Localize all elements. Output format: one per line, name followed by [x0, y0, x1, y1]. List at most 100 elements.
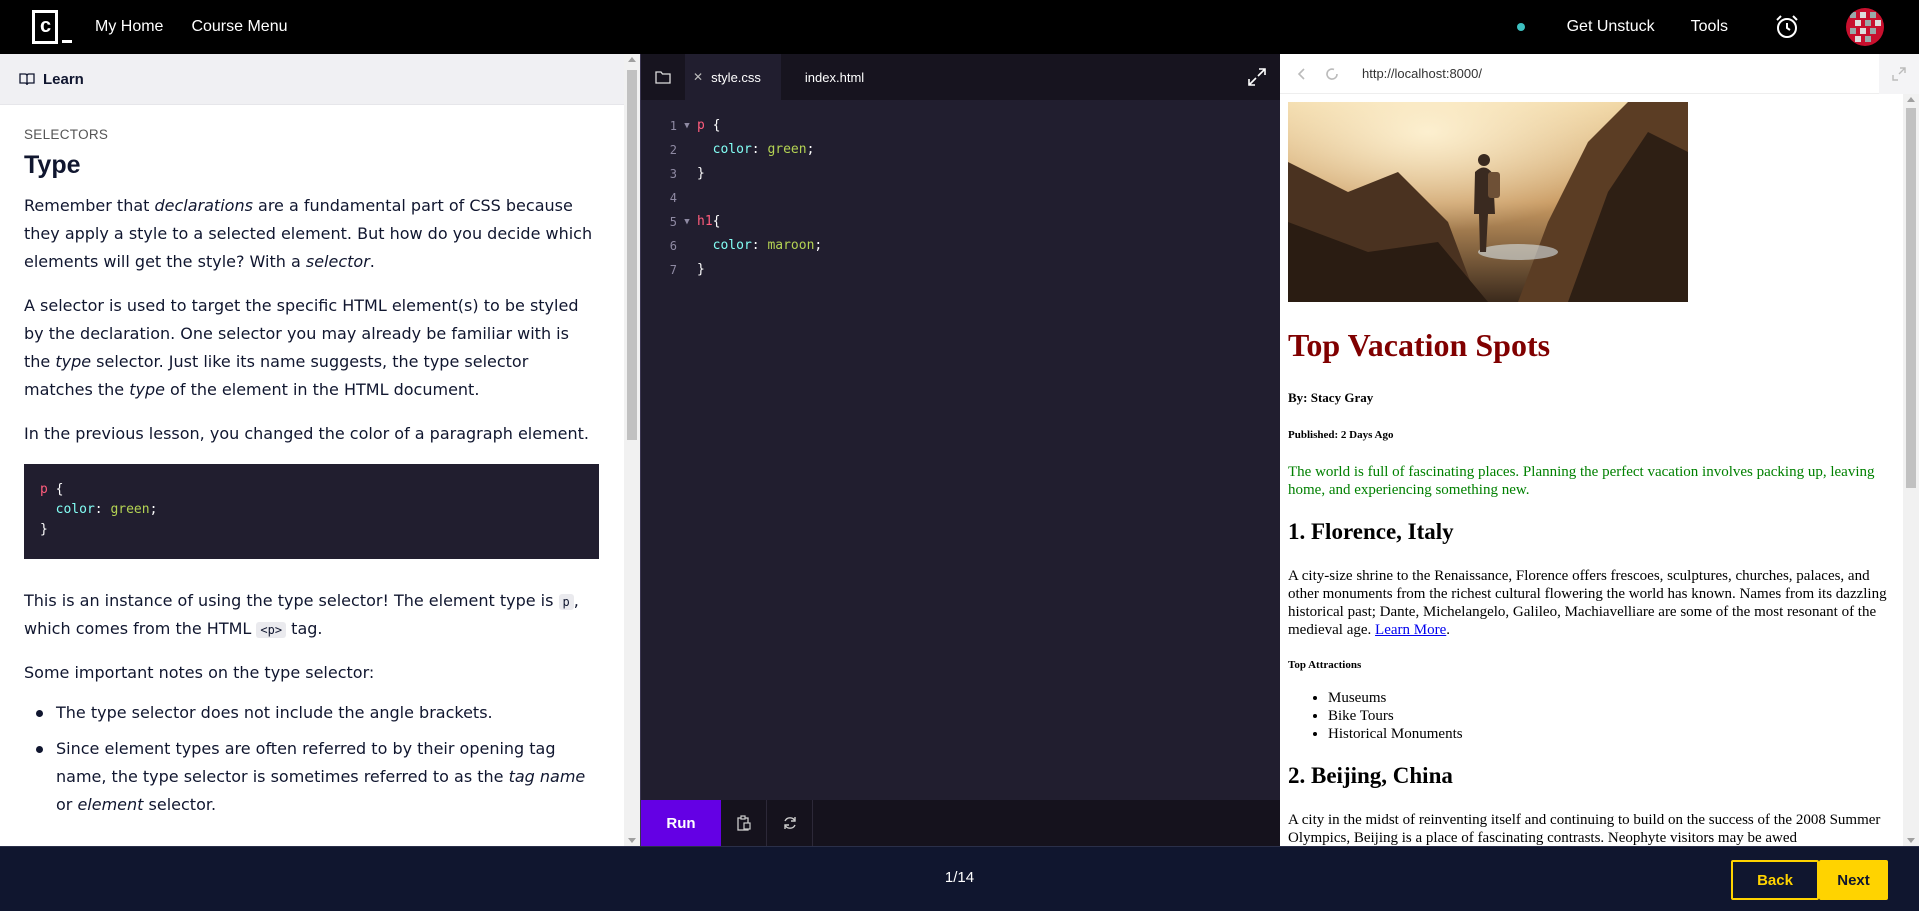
- popout-button[interactable]: [1879, 54, 1919, 94]
- fold-arrow-icon[interactable]: ▼: [677, 210, 697, 234]
- run-button[interactable]: Run: [641, 800, 721, 846]
- emphasis: type: [129, 380, 165, 399]
- text-run: selector.: [143, 795, 217, 814]
- tab-style-css[interactable]: ✕ style.css: [685, 54, 781, 100]
- code-value: green: [110, 502, 150, 517]
- code-line[interactable]: 7}: [641, 258, 1281, 282]
- scroll-up-arrow-icon[interactable]: [1907, 97, 1915, 102]
- top-attractions-heading: Top Attractions: [1288, 659, 1362, 671]
- back-arrow-icon[interactable]: [1294, 66, 1310, 82]
- code-area[interactable]: 1 ▼ p {2 color: green; 3} 4 5 ▼ h1{6 color: mar…: [641, 114, 1281, 282]
- learn-header: Learn: [0, 54, 640, 105]
- emphasis: tag name: [508, 767, 586, 786]
- bottom-bar: 1/14 Back Next: [0, 846, 1919, 911]
- clipboard-icon: [736, 815, 751, 831]
- lesson-title: Type: [24, 151, 81, 179]
- emphasis: element: [77, 795, 144, 814]
- code-text: color: green;: [712, 142, 815, 157]
- text-run: This is an instance of using the type se…: [24, 591, 559, 610]
- user-avatar[interactable]: [1846, 8, 1884, 46]
- page-heading: Top Vacation Spots: [1288, 327, 1551, 363]
- code-property: color: [712, 238, 752, 253]
- text-run: Remember that: [24, 196, 155, 215]
- code-line[interactable]: 6 color: maroon;: [641, 234, 1281, 258]
- lesson-paragraph: This is an instance of using the type se…: [24, 587, 600, 643]
- notes-list: The type selector does not include the a…: [24, 699, 600, 819]
- scroll-down-arrow-icon[interactable]: [628, 838, 636, 843]
- learn-more-link[interactable]: Learn More: [1375, 622, 1446, 638]
- learn-panel: Learn SELECTORS Type Remember that decla…: [0, 54, 640, 846]
- logo-cursor: [62, 40, 72, 43]
- codecademy-logo[interactable]: c: [32, 10, 72, 44]
- expand-icon: [1892, 67, 1906, 81]
- code-selector: p: [40, 482, 48, 497]
- learn-scrollbar[interactable]: [624, 54, 640, 846]
- scroll-up-arrow-icon[interactable]: [628, 57, 636, 62]
- line-number: 4: [669, 191, 677, 205]
- code-value: maroon: [767, 238, 815, 253]
- code-line[interactable]: 1 ▼ p {: [641, 114, 1281, 138]
- scroll-thumb[interactable]: [1906, 108, 1916, 488]
- copy-code-button[interactable]: [721, 800, 767, 846]
- nav-right-group: Get Unstuck Tools: [1516, 0, 1919, 54]
- code-text: p {: [697, 114, 720, 138]
- lesson-content: SELECTORS Type Remember that declaration…: [24, 105, 600, 827]
- learn-header-label: Learn: [43, 70, 84, 88]
- code-line[interactable]: 4: [641, 186, 1281, 210]
- logo-box: c: [32, 10, 58, 44]
- tools-button[interactable]: Tools: [1691, 18, 1728, 36]
- tab-index-html[interactable]: index.html: [781, 54, 884, 100]
- expand-icon[interactable]: [1246, 66, 1268, 88]
- alarm-clock-icon[interactable]: [1774, 14, 1800, 40]
- code-brace: {: [47, 482, 64, 497]
- lesson-paragraph: Some important notes on the type selecto…: [24, 663, 375, 682]
- lesson-paragraph: Remember that declarations are a fundame…: [24, 192, 600, 276]
- code-semicolon: ;: [149, 502, 158, 517]
- next-button[interactable]: Next: [1819, 860, 1888, 900]
- line-number: 2: [669, 143, 677, 157]
- section-heading: 2. Beijing, China: [1288, 763, 1453, 788]
- back-button[interactable]: Back: [1731, 860, 1819, 900]
- code-line[interactable]: 2 color: green;: [641, 138, 1281, 162]
- logo-letter: c: [40, 15, 52, 37]
- code-selector: h1: [697, 214, 713, 229]
- tab-label: style.css: [711, 69, 761, 85]
- scroll-down-arrow-icon[interactable]: [1907, 838, 1915, 843]
- list-item: Historical Monuments: [1328, 725, 1900, 743]
- browser-preview: http://localhost:8000/ Top Vacation Spot…: [1280, 54, 1919, 846]
- url-text[interactable]: http://localhost:8000/: [1362, 66, 1482, 81]
- line-number: 6: [669, 239, 677, 253]
- fold-arrow-icon[interactable]: ▼: [677, 114, 697, 138]
- refresh-icon[interactable]: [1324, 66, 1340, 82]
- code-example: p { color: green; }: [24, 464, 599, 559]
- rendered-page: Top Vacation Spots By: Stacy Gray Publis…: [1288, 102, 1900, 846]
- code-line: color: green;: [40, 500, 583, 520]
- course-menu-link[interactable]: Course Menu: [191, 18, 287, 36]
- status-dot: [1516, 23, 1525, 31]
- text-run: .: [1446, 622, 1451, 638]
- scroll-thumb[interactable]: [627, 70, 637, 440]
- code-brace: }: [697, 262, 705, 277]
- file-browser-button[interactable]: [641, 54, 685, 100]
- fold-arrow-icon: [677, 162, 697, 186]
- code-line: p {: [40, 480, 583, 500]
- lesson-progress: 1/14: [944, 869, 975, 886]
- lesson-paragraph: A selector is used to target the specifi…: [24, 292, 600, 404]
- code-line[interactable]: 3}: [641, 162, 1281, 186]
- emphasis: type: [55, 352, 92, 371]
- list-item: Since element types are often referred t…: [24, 735, 600, 819]
- preview-scrollbar[interactable]: [1903, 94, 1919, 846]
- inline-code: p: [558, 594, 574, 610]
- fold-arrow-icon: [677, 258, 697, 282]
- hiker-mountain-photo: [1288, 102, 1688, 302]
- text-run: tag.: [286, 619, 323, 638]
- my-home-link[interactable]: My Home: [95, 18, 163, 36]
- code-line[interactable]: 5 ▼ h1{: [641, 210, 1281, 234]
- code-colon: :: [94, 502, 111, 517]
- reset-button[interactable]: [767, 800, 813, 846]
- florence-paragraph: A city-size shrine to the Renaissance, F…: [1288, 567, 1900, 639]
- code-selector: p: [697, 118, 705, 133]
- close-icon[interactable]: ✕: [693, 70, 703, 84]
- get-unstuck-button[interactable]: Get Unstuck: [1567, 18, 1655, 36]
- folder-icon: [655, 71, 671, 84]
